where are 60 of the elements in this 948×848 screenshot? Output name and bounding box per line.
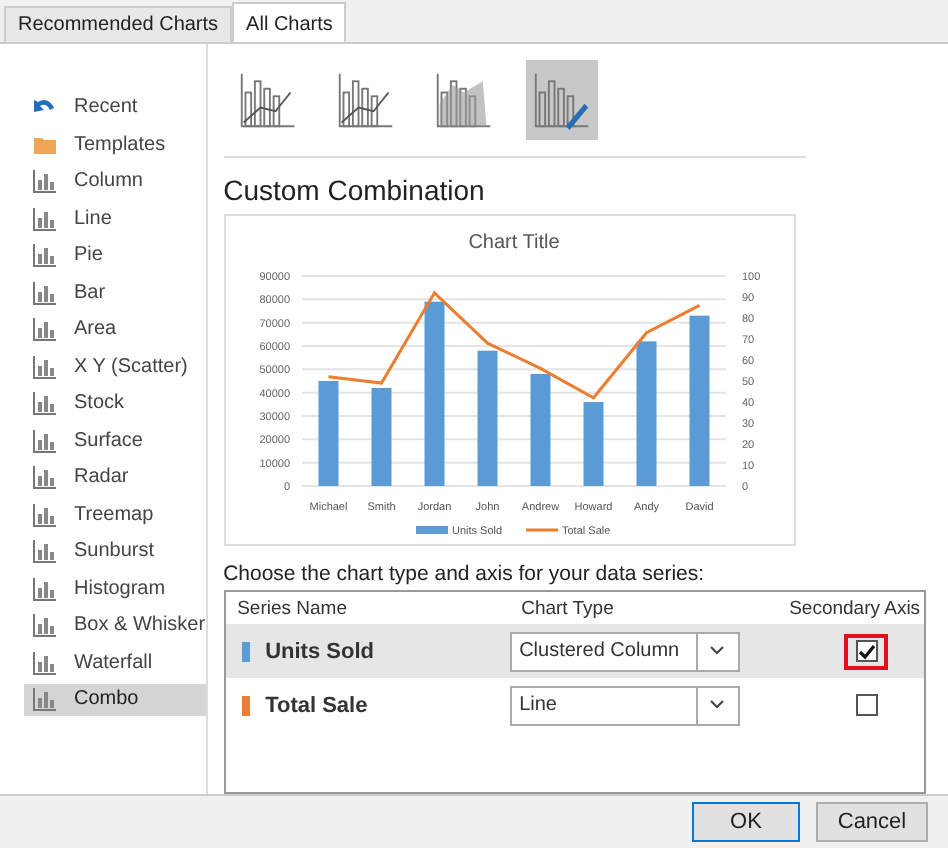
series-row[interactable]: Total Sale Line bbox=[225, 678, 925, 732]
sidebar-item[interactable]: Radar bbox=[24, 462, 206, 493]
series-name: Units Sold bbox=[265, 639, 374, 663]
sidebar-item[interactable]: X Y (Scatter) bbox=[24, 351, 206, 382]
tab[interactable]: All Charts bbox=[232, 2, 347, 42]
column-header: Series Name bbox=[235, 597, 349, 619]
sidebar-item[interactable]: Pie bbox=[24, 240, 206, 271]
sidebar-item[interactable]: Waterfall bbox=[24, 647, 206, 678]
sidebar-item[interactable]: Area bbox=[24, 314, 206, 345]
chart-type-icon bbox=[32, 242, 58, 269]
bar bbox=[529, 374, 550, 486]
bar bbox=[476, 350, 497, 486]
chart-type-icon bbox=[32, 279, 58, 306]
column-header: Chart Type bbox=[519, 597, 616, 619]
chart-type-icon bbox=[32, 168, 58, 195]
sidebar-item[interactable]: Treemap bbox=[24, 499, 206, 530]
chart-type-icon bbox=[32, 316, 58, 343]
bar bbox=[317, 381, 338, 486]
sidebar-item[interactable]: Histogram bbox=[24, 573, 206, 604]
check-icon bbox=[857, 643, 876, 659]
tab[interactable]: Recommended Charts bbox=[4, 6, 233, 42]
sidebar-item[interactable]: Column bbox=[24, 166, 206, 197]
sidebar-item[interactable]: Stock bbox=[24, 388, 206, 419]
chart-type-icon bbox=[32, 464, 58, 491]
series-name: Total Sale bbox=[265, 693, 368, 717]
chart-type-icon bbox=[32, 390, 58, 417]
chart-type-icon bbox=[32, 538, 58, 565]
chart-type-dropdown[interactable]: Clustered Column bbox=[509, 631, 740, 671]
dialog-button[interactable]: OK bbox=[692, 802, 800, 842]
caret-icon bbox=[710, 700, 725, 710]
bar bbox=[582, 402, 603, 486]
chart-type-icon bbox=[32, 501, 58, 528]
chart-type-icon bbox=[32, 649, 58, 676]
sidebar-item[interactable]: Box & Whisker bbox=[24, 610, 206, 641]
chart-type-icon bbox=[32, 205, 58, 232]
legend-swatch bbox=[415, 526, 448, 534]
chart-type-icon bbox=[32, 612, 58, 639]
bar bbox=[370, 388, 391, 486]
chart-title: Chart Title bbox=[467, 232, 559, 254]
sidebar-item[interactable]: Sunburst bbox=[24, 536, 206, 567]
chart-type-icon bbox=[32, 353, 58, 380]
checkbox[interactable] bbox=[855, 694, 878, 716]
chart-subtype-icon[interactable] bbox=[525, 60, 598, 140]
sidebar-item[interactable]: Surface bbox=[24, 425, 206, 456]
chart-type-icon bbox=[32, 575, 58, 602]
prompt-text: Choose the chart type and axis for your data series: bbox=[223, 562, 707, 586]
column-header: Secondary Axis bbox=[787, 597, 923, 619]
caret-icon bbox=[710, 646, 725, 656]
sidebar-item[interactable]: Templates bbox=[24, 129, 206, 160]
dialog-button[interactable]: Cancel bbox=[816, 802, 928, 842]
chart-type-icon bbox=[32, 686, 58, 713]
checkbox[interactable] bbox=[855, 640, 878, 662]
series-row[interactable]: Units Sold Clustered Column bbox=[225, 624, 925, 678]
chart-type-icon bbox=[32, 427, 58, 454]
sidebar-item[interactable]: Bar bbox=[24, 277, 206, 308]
section-heading: Custom Combination bbox=[223, 174, 487, 206]
sidebar-item[interactable]: Line bbox=[24, 203, 206, 234]
sidebar-item[interactable]: Recent bbox=[24, 92, 206, 123]
chart-type-dropdown[interactable]: Line bbox=[509, 685, 740, 725]
sidebar-item[interactable]: Combo bbox=[24, 684, 206, 715]
